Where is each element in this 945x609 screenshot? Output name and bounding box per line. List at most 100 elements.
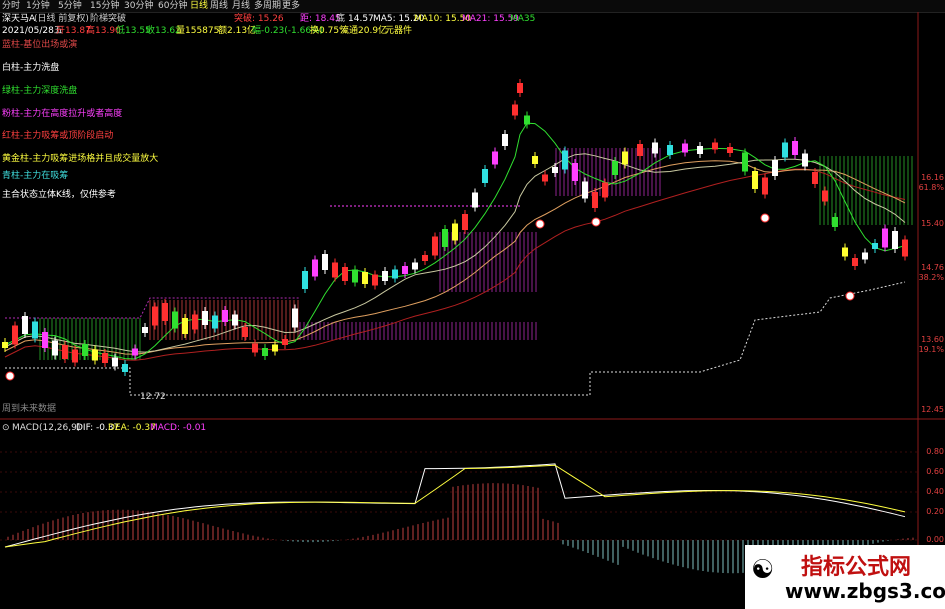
candle-body: [352, 269, 358, 283]
candle-body: [42, 332, 48, 348]
candle-body: [272, 344, 278, 352]
candle-body: [172, 311, 178, 329]
candle-body: [892, 231, 898, 249]
candle-body: [292, 308, 298, 328]
candle-body: [202, 311, 208, 325]
buy-signal-icon: [535, 219, 545, 229]
candle-body: [592, 192, 598, 208]
watermark-url: www.zbgs3.com: [785, 579, 945, 603]
candle-body: [752, 171, 758, 189]
candle-body: [252, 343, 258, 353]
candle-body: [62, 345, 68, 359]
buy-signal-icon: [591, 217, 601, 227]
candle-body: [482, 169, 488, 183]
candle-body: [152, 306, 158, 326]
candle-body: [222, 310, 228, 322]
candle-body: [312, 259, 318, 277]
candle-body: [92, 349, 98, 361]
candle-body: [572, 163, 578, 181]
candle-body: [232, 314, 238, 326]
candle-body: [422, 255, 428, 261]
candle-body: [122, 364, 128, 372]
candle-body: [812, 172, 818, 184]
candle-body: [382, 271, 388, 281]
candle-body: [212, 315, 218, 329]
candle-body: [822, 190, 828, 202]
buy-signal-icon: [5, 371, 15, 381]
candle-body: [492, 151, 498, 165]
candle-body: [792, 141, 798, 155]
candle-body: [362, 272, 368, 284]
macd-dif-line: [4, 463, 906, 548]
candle-body: [512, 104, 518, 116]
candle-body: [712, 142, 718, 150]
macd-dea-line: [4, 464, 906, 548]
candle-body: [112, 357, 118, 367]
candle-body: [242, 327, 248, 337]
kline-chart[interactable]: [0, 0, 945, 609]
candle-body: [192, 314, 198, 330]
buy-signal-icon: [845, 291, 855, 301]
candle-body: [392, 269, 398, 279]
candle-body: [602, 182, 608, 198]
candle-body: [742, 152, 748, 172]
candle-body: [432, 236, 438, 256]
buy-signal-icon: [760, 213, 770, 223]
candle-body: [872, 243, 878, 249]
candle-body: [524, 115, 530, 125]
candle-body: [762, 177, 768, 195]
candle-body: [552, 167, 558, 173]
candle-body: [2, 342, 8, 348]
candle-body: [462, 214, 468, 230]
candle-body: [652, 142, 658, 154]
candle-body: [727, 147, 733, 153]
candle-body: [22, 316, 28, 334]
candle-body: [667, 145, 673, 155]
candle-body: [517, 83, 523, 93]
candle-body: [132, 348, 138, 356]
candle-body: [82, 344, 88, 356]
candle-body: [472, 192, 478, 208]
candle-body: [412, 262, 418, 270]
candle-body: [862, 252, 868, 260]
watermark-title: 指标公式网: [801, 555, 912, 580]
candle-body: [882, 228, 888, 248]
candle-body: [612, 161, 618, 175]
candle-body: [72, 349, 78, 363]
candle-body: [832, 217, 838, 227]
candle-body: [562, 150, 568, 170]
candle-body: [162, 303, 168, 321]
watermark-logo-icon: ☯: [751, 555, 775, 585]
candle-body: [52, 340, 58, 356]
candle-body: [262, 348, 268, 356]
candle-body: [372, 274, 378, 286]
candle-body: [102, 353, 108, 363]
candle-body: [442, 229, 448, 247]
candle-body: [182, 318, 188, 334]
candle-body: [532, 156, 538, 164]
candle-body: [902, 239, 908, 257]
candle-body: [502, 134, 508, 146]
candle-body: [402, 266, 408, 274]
candle-body: [637, 144, 643, 156]
candle-body: [32, 321, 38, 339]
candle-body: [542, 174, 548, 182]
candle-body: [302, 271, 308, 289]
candle-body: [322, 254, 328, 270]
candle-body: [582, 181, 588, 199]
candle-body: [142, 327, 148, 333]
candle-body: [802, 153, 808, 167]
candle-body: [772, 160, 778, 176]
candle-body: [282, 339, 288, 345]
candle-body: [12, 325, 18, 345]
watermark: ☯ 指标公式网 www.zbgs3.com: [745, 545, 945, 609]
candle-body: [682, 143, 688, 153]
candle-body: [622, 151, 628, 165]
candle-body: [782, 142, 788, 158]
candle-body: [342, 267, 348, 281]
candle-body: [452, 223, 458, 241]
candle-body: [852, 258, 858, 266]
candle-body: [842, 247, 848, 257]
candle-body: [332, 262, 338, 278]
candle-body: [697, 146, 703, 154]
